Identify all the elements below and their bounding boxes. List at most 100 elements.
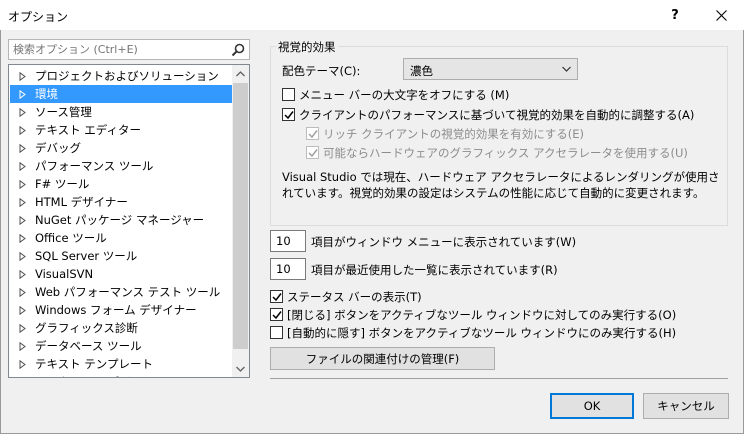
tree-item[interactable]: HTML デザイナー — [10, 193, 233, 211]
expand-arrow-icon[interactable] — [19, 251, 26, 261]
expand-arrow-icon[interactable] — [19, 378, 26, 379]
check-icon — [308, 149, 318, 158]
tree-item[interactable]: パフォーマンス ツール — [10, 157, 233, 175]
status-bar-checkbox[interactable] — [270, 290, 283, 303]
window-menu-count-label: 項目がウィンドウ メニューに表示されています(W) — [311, 235, 577, 249]
file-assoc-button[interactable]: ファイルの関連付けの管理(F) — [270, 347, 495, 370]
tree-item[interactable]: F# ツール — [10, 175, 233, 193]
expand-arrow-icon[interactable] — [19, 179, 26, 189]
tree-item[interactable]: テキスト エディター — [10, 121, 233, 139]
title-bar: オプション ? — [0, 0, 744, 30]
expand-arrow-icon[interactable] — [19, 197, 26, 207]
close-active-checkbox[interactable] — [270, 308, 283, 321]
hw-accel-checkbox[interactable] — [306, 146, 319, 159]
recent-count-input[interactable] — [274, 262, 302, 276]
tree-item[interactable]: SQL Server ツール — [10, 247, 233, 265]
status-bar-label: ステータス バーの表示(T) — [287, 290, 422, 304]
chevron-down-icon — [236, 366, 245, 372]
tree-item[interactable]: Windows フォーム デザイナー — [10, 301, 233, 319]
expand-arrow-icon[interactable] — [19, 287, 26, 297]
autohide-active-label: [自動的に隠す] ボタンをアクティブなツール ウィンドウにのみ実行する(H) — [287, 326, 677, 340]
visual-effects-title: 視覚的効果 — [276, 39, 338, 55]
window-menu-count-input[interactable] — [274, 234, 302, 248]
scroll-up-button[interactable] — [232, 65, 249, 82]
rich-effects-checkbox[interactable] — [306, 127, 319, 140]
tree-item-label: テキスト テンプレート — [35, 357, 153, 371]
expand-arrow-icon[interactable] — [19, 341, 26, 351]
tree-item-label: Web パフォーマンス テスト ツール — [35, 285, 221, 299]
expand-arrow-icon[interactable] — [19, 215, 26, 225]
tree-item[interactable]: NuGet パッケージ マネージャー — [10, 211, 233, 229]
expand-arrow-icon[interactable] — [19, 89, 26, 99]
tree-item-label: F# ツール — [35, 177, 90, 191]
rich-effects-label: リッチ クライアントの視覚的効果を有効にする(E) — [323, 127, 585, 141]
tree-item[interactable]: デバッグ — [10, 139, 233, 157]
tree-item[interactable]: 環境 — [10, 85, 233, 103]
tree-item-label: ワークフロー デザイナー — [35, 374, 165, 377]
tree-item-label: パフォーマンス ツール — [35, 159, 154, 173]
tree-item-label: テキスト エディター — [35, 123, 142, 137]
search-input[interactable] — [11, 41, 221, 58]
search-icon[interactable] — [230, 42, 246, 58]
expand-arrow-icon[interactable] — [19, 359, 26, 369]
check-icon — [272, 293, 282, 302]
expand-arrow-icon[interactable] — [19, 143, 26, 153]
expand-arrow-icon[interactable] — [19, 305, 26, 315]
options-tree[interactable]: プロジェクトおよびソリューション 環境ソース管理テキスト エディター デバッグパフォ… — [8, 64, 250, 378]
tree-item-label: SQL Server ツール — [35, 249, 138, 263]
visual-description: Visual Studio では現在、ハードウェア アクセラレータによるレンダリ… — [282, 170, 720, 200]
help-button[interactable]: ? — [652, 0, 698, 30]
close-button[interactable] — [698, 0, 744, 30]
auto-adjust-label: クライアントのパフォーマンスに基づいて視覚的効果を自動的に調整する(A) — [299, 108, 695, 122]
auto-adjust-checkbox[interactable] — [282, 108, 295, 121]
theme-value: 濃色 — [410, 64, 433, 78]
tree-item-label: VisualSVN — [35, 267, 94, 281]
expand-arrow-icon[interactable] — [19, 107, 26, 117]
scroll-down-button[interactable] — [232, 360, 249, 377]
tree-item-label: プロジェクトおよびソリューション — [35, 69, 219, 83]
uppercase-checkbox[interactable] — [282, 88, 295, 101]
tree-item-label: Office ツール — [35, 231, 107, 245]
autohide-active-checkbox[interactable] — [270, 326, 283, 339]
tree-item-label: HTML デザイナー — [35, 195, 128, 209]
tree-item[interactable]: プロジェクトおよびソリューション — [10, 67, 233, 85]
close-active-label: [閉じる] ボタンをアクティブなツール ウィンドウに対してのみ実行する(O) — [287, 308, 677, 322]
expand-arrow-icon[interactable] — [19, 323, 26, 333]
expand-arrow-icon[interactable] — [19, 269, 26, 279]
tree-item-label: NuGet パッケージ マネージャー — [35, 213, 205, 227]
tree-item[interactable]: Web パフォーマンス テスト ツール — [10, 283, 233, 301]
search-field[interactable] — [8, 39, 250, 60]
theme-label: 配色テーマ(C): — [282, 64, 361, 78]
tree-item[interactable]: Office ツール — [10, 229, 233, 247]
check-icon — [308, 130, 318, 139]
recent-count-label: 項目が最近使用した一覧に表示されています(R) — [311, 263, 558, 277]
tree-item[interactable]: データベース ツール — [10, 337, 233, 355]
expand-arrow-icon[interactable] — [19, 161, 26, 171]
window-title: オプション — [8, 10, 69, 24]
window-menu-count-field[interactable] — [270, 230, 306, 252]
footer-separator — [270, 378, 728, 379]
tree-item[interactable]: VisualSVN — [10, 265, 233, 283]
recent-count-field[interactable] — [270, 258, 306, 280]
tree-item[interactable]: テキスト テンプレート — [10, 355, 233, 373]
tree-item[interactable]: ワークフロー デザイナー — [10, 373, 233, 379]
expand-arrow-icon[interactable] — [19, 125, 26, 135]
tree-item[interactable]: ソース管理 — [10, 103, 233, 121]
hw-accel-label: 可能ならハードウェアのグラフィックス アクセラレータを使用する(U) — [323, 146, 688, 160]
tree-item-label: データベース ツール — [35, 339, 142, 353]
expand-arrow-icon[interactable] — [19, 71, 26, 81]
expand-arrow-icon[interactable] — [19, 233, 26, 243]
close-icon — [715, 9, 727, 21]
uppercase-label: メニュー バーの大文字をオフにする (M) — [299, 88, 510, 102]
tree-item-label: デバッグ — [35, 141, 81, 155]
theme-dropdown[interactable]: 濃色 — [403, 58, 578, 80]
check-icon — [272, 311, 282, 320]
tree-item-label: 環境 — [35, 87, 58, 101]
scroll-thumb[interactable] — [233, 83, 248, 349]
tree-item[interactable]: グラフィックス診断 — [10, 319, 233, 337]
tree-item-label: グラフィックス診断 — [35, 321, 138, 335]
cancel-button[interactable]: キャンセル — [643, 393, 729, 419]
tree-item-label: Windows フォーム デザイナー — [35, 303, 197, 317]
ok-button[interactable]: OK — [550, 393, 634, 419]
tree-scrollbar[interactable] — [232, 65, 249, 377]
